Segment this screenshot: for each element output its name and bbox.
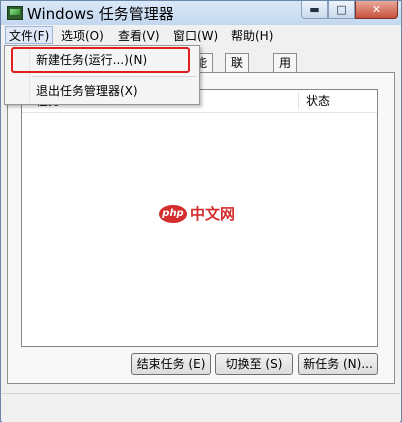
- column-status[interactable]: 状态: [300, 90, 376, 112]
- watermark: php 中文网: [159, 203, 235, 224]
- menu-view[interactable]: 查看(V): [115, 27, 163, 45]
- window-title: Windows 任务管理器: [27, 5, 174, 23]
- column-divider[interactable]: [298, 92, 299, 110]
- menu-file[interactable]: 文件(F): [5, 26, 54, 44]
- status-bar: [2, 393, 400, 422]
- menu-options[interactable]: 选项(O): [58, 27, 107, 45]
- minimize-icon: ▬: [309, 3, 320, 16]
- close-button[interactable]: ✕: [355, 1, 398, 19]
- window-controls: ▬ □ ✕: [301, 1, 398, 19]
- menu-item-exit[interactable]: 退出任务管理器(X): [36, 80, 138, 102]
- task-manager-window: Windows 任务管理器 ▬ □ ✕ 文件(F) 选项(O) 查看(V) 窗口…: [0, 0, 402, 422]
- watermark-logo: php: [159, 204, 187, 223]
- menu-window[interactable]: 窗口(W): [170, 27, 221, 45]
- highlight-box: [11, 47, 190, 73]
- maximize-button[interactable]: □: [328, 1, 355, 19]
- task-manager-app-icon: [7, 6, 23, 20]
- switch-to-button[interactable]: 切换至 (S): [215, 353, 293, 375]
- menu-separator: [32, 76, 196, 77]
- close-icon: ✕: [371, 3, 382, 16]
- minimize-button[interactable]: ▬: [301, 1, 328, 19]
- end-task-button[interactable]: 结束任务 (E): [131, 353, 211, 375]
- menu-bar: 文件(F) 选项(O) 查看(V) 窗口(W) 帮助(H): [2, 26, 400, 46]
- maximize-icon: □: [336, 3, 347, 16]
- tab-users[interactable]: 用户: [273, 53, 298, 89]
- title-bar[interactable]: Windows 任务管理器 ▬ □ ✕: [1, 1, 401, 25]
- tab-networking[interactable]: 联网: [225, 53, 250, 89]
- new-task-button[interactable]: 新任务 (N)...: [298, 353, 378, 375]
- watermark-text: 中文网: [190, 205, 236, 223]
- menu-help[interactable]: 帮助(H): [228, 27, 276, 45]
